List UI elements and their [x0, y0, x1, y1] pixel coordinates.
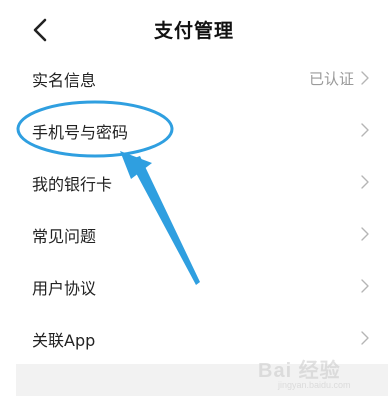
- menu-item-bank-cards[interactable]: 我的银行卡: [0, 156, 388, 208]
- menu-item-phone-and-password[interactable]: 手机号与密码: [0, 104, 388, 156]
- menu-item-label: 常见问题: [32, 227, 97, 246]
- menu-item-label: 关联App: [32, 331, 96, 350]
- chevron-right-icon: [361, 71, 369, 85]
- menu-item-label: 手机号与密码: [32, 123, 129, 142]
- menu-item-label: 我的银行卡: [32, 175, 113, 194]
- menu-item-user-agreement[interactable]: 用户协议: [0, 260, 388, 312]
- settings-menu: 实名信息 已认证 手机号与密码 我的银行卡 常见问题 用户协议 关联App: [0, 52, 388, 364]
- verification-status: 已认证: [308, 70, 354, 88]
- payment-management-page: 支付管理 实名信息 已认证 手机号与密码 我的银行卡 常见问题 用户协议 关联A…: [0, 0, 388, 396]
- watermark-subtext: jingyan.baidu.com: [278, 380, 351, 390]
- menu-item-label: 实名信息: [32, 71, 97, 90]
- menu-item-label: 用户协议: [32, 279, 97, 298]
- page-title: 支付管理: [153, 20, 234, 42]
- chevron-right-icon: [361, 175, 369, 189]
- watermark-text: Bai 经验: [258, 360, 341, 382]
- menu-item-real-name-info[interactable]: 实名信息 已认证: [0, 52, 388, 104]
- chevron-right-icon: [361, 123, 369, 137]
- chevron-right-icon: [361, 331, 369, 345]
- header-bar: 支付管理: [0, 0, 388, 56]
- chevron-right-icon: [361, 227, 369, 241]
- menu-item-faq[interactable]: 常见问题: [0, 208, 388, 260]
- baidu-jingyan-watermark: Bai 经验 jingyan.baidu.com: [258, 352, 382, 394]
- chevron-right-icon: [361, 279, 369, 293]
